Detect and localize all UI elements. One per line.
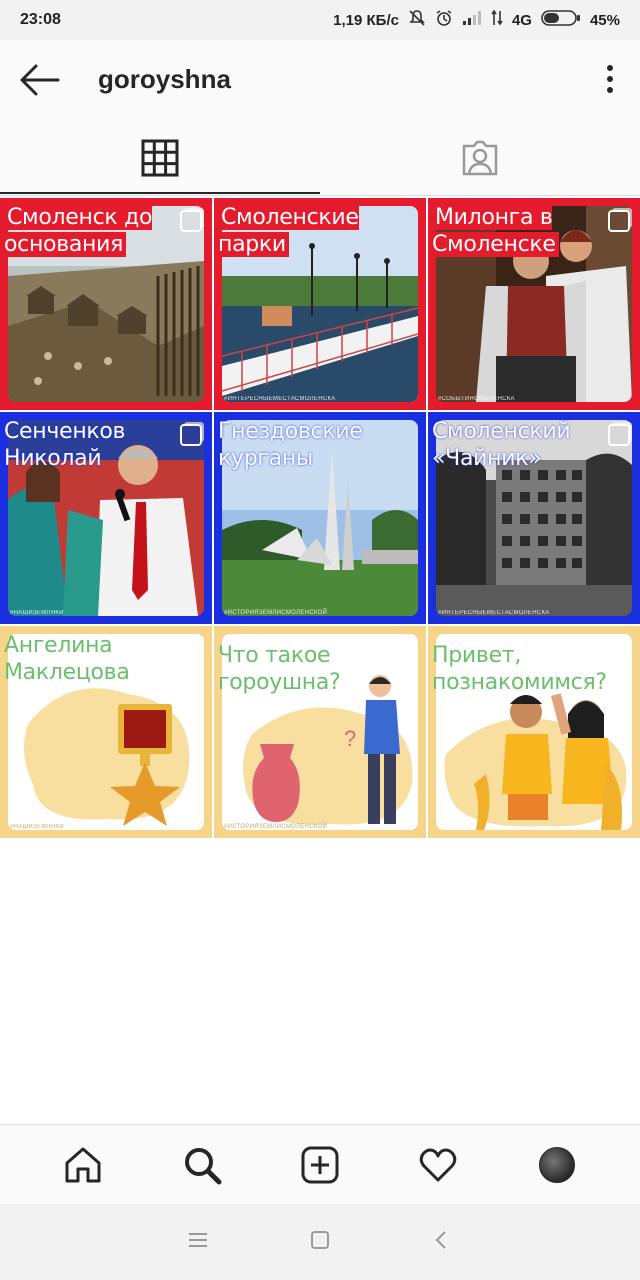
tab-tagged[interactable] — [320, 120, 640, 196]
post-hashtag: #ИСТОРИЯЗЕМЛИСМОЛЕНСКОЙ — [224, 824, 328, 830]
more-vertical-icon — [607, 65, 613, 93]
caption-highlight: Смоленские парки — [218, 205, 359, 257]
status-time: 23:08 — [20, 11, 61, 28]
profile-username: goroyshna — [98, 64, 231, 94]
system-menu-button[interactable] — [187, 1230, 209, 1255]
post-caption: Гнездовские курганы — [218, 419, 363, 471]
post-caption: Милонга в Смоленске — [432, 204, 600, 258]
status-bar: 23:08 1,19 КБ/с 4G 45% — [0, 0, 640, 40]
battery-icon — [541, 9, 581, 31]
system-navigation — [0, 1204, 640, 1280]
post-caption: Что такое гороушна? — [218, 643, 341, 695]
menu-icon — [189, 1232, 207, 1247]
data-arrows-icon — [491, 9, 503, 30]
svg-text:?: ? — [344, 726, 356, 751]
nav-activity-button[interactable] — [410, 1137, 466, 1193]
post-caption: Смоленские парки — [218, 204, 386, 258]
caption-highlight: Смоленск до основания — [4, 205, 153, 257]
post-caption: Ангелина Маклецова — [4, 633, 130, 685]
system-back-button[interactable] — [431, 1229, 453, 1256]
network-speed: 1,19 КБ/с — [333, 11, 399, 29]
post-hashtag: #НАШИЗЕМЛЯКИ — [10, 824, 64, 830]
network-type: 4G — [511, 11, 532, 29]
more-options-button[interactable] — [600, 62, 620, 98]
profile-header: goroyshna — [0, 40, 640, 120]
post-hashtag: #ИНТЕРЕСНЫЕМЕСТАСМОЛЕНСКА — [224, 396, 336, 402]
heart-icon — [420, 1148, 457, 1181]
tagged-person-icon — [462, 140, 498, 176]
post-caption: Смоленск до основания — [4, 204, 172, 258]
nav-search-button[interactable] — [174, 1137, 230, 1193]
multi-photo-icon — [608, 210, 630, 232]
home-square-icon — [311, 1230, 329, 1249]
post-hashtag: #ИСТОРИЯЗЕМЛИСМОЛЕНСКОЙ — [224, 610, 328, 616]
tab-grid[interactable] — [0, 120, 320, 196]
search-icon — [184, 1147, 222, 1184]
avatar — [538, 1146, 575, 1183]
nav-profile-button[interactable] — [529, 1137, 585, 1193]
multi-photo-icon — [180, 638, 202, 660]
mute-icon — [408, 9, 426, 31]
post-tile[interactable]: Ангелина Маклецова #НАШИЗЕМЛЯКИ — [0, 626, 212, 838]
alarm-icon — [435, 9, 453, 31]
post-tile[interactable]: Сенченков Николай #НАШИЗЕМЛЯКИ — [0, 412, 212, 624]
caption-highlight: Милонга в Смоленске — [432, 205, 559, 257]
post-tile[interactable]: Милонга в Смоленске #СОБЫТИЯСМОЛЕНСКА — [428, 198, 640, 410]
post-grid: Смоленск до основания Смоленские парки #… — [0, 198, 640, 838]
post-tile[interactable]: Гнездовские курганы #ИСТОРИЯЗЕМЛИСМОЛЕНС… — [214, 412, 426, 624]
post-tile[interactable]: Смоленские парки #ИНТЕРЕСНЫЕМЕСТАСМОЛЕНС… — [214, 198, 426, 410]
back-chevron-icon — [435, 1230, 446, 1249]
system-home-button[interactable] — [309, 1229, 331, 1256]
multi-photo-icon — [180, 424, 202, 446]
profile-tabs — [0, 120, 640, 196]
signal-icon — [462, 10, 482, 30]
plus-square-icon — [301, 1146, 339, 1183]
bottom-navigation — [0, 1124, 640, 1204]
status-right: 1,19 КБ/с 4G 45% — [333, 9, 620, 31]
nav-home-button[interactable] — [55, 1137, 111, 1193]
post-hashtag: #НАШИЗЕМЛЯКИ — [10, 610, 64, 616]
post-tile[interactable]: ? Что такое гороушна? #ИСТОРИЯЗЕМЛИСМОЛЕ… — [214, 626, 426, 838]
multi-photo-icon — [608, 424, 630, 446]
post-tile[interactable]: Привет, познакомимся? — [428, 626, 640, 838]
post-caption: Смоленский «Чайник» — [432, 419, 571, 471]
post-tile[interactable]: Смоленск до основания — [0, 198, 212, 410]
post-tile[interactable]: Смоленский «Чайник» #ИНТЕРЕСНЫЕМЕСТАСМОЛ… — [428, 412, 640, 624]
tabs-divider — [0, 195, 640, 196]
grid-icon — [141, 139, 179, 177]
post-hashtag: #СОБЫТИЯСМОЛЕНСКА — [438, 396, 515, 402]
back-button[interactable] — [18, 60, 60, 100]
battery-level: 45% — [589, 11, 620, 29]
post-hashtag: #ИНТЕРЕСНЫЕМЕСТАСМОЛЕНСКА — [438, 610, 550, 616]
post-caption: Сенченков Николай — [4, 419, 126, 471]
nav-new-post-button[interactable] — [292, 1137, 348, 1193]
post-caption: Привет, познакомимся? — [432, 643, 607, 695]
multi-photo-icon — [180, 210, 202, 232]
home-icon — [65, 1147, 101, 1182]
arrow-left-icon — [20, 64, 60, 96]
